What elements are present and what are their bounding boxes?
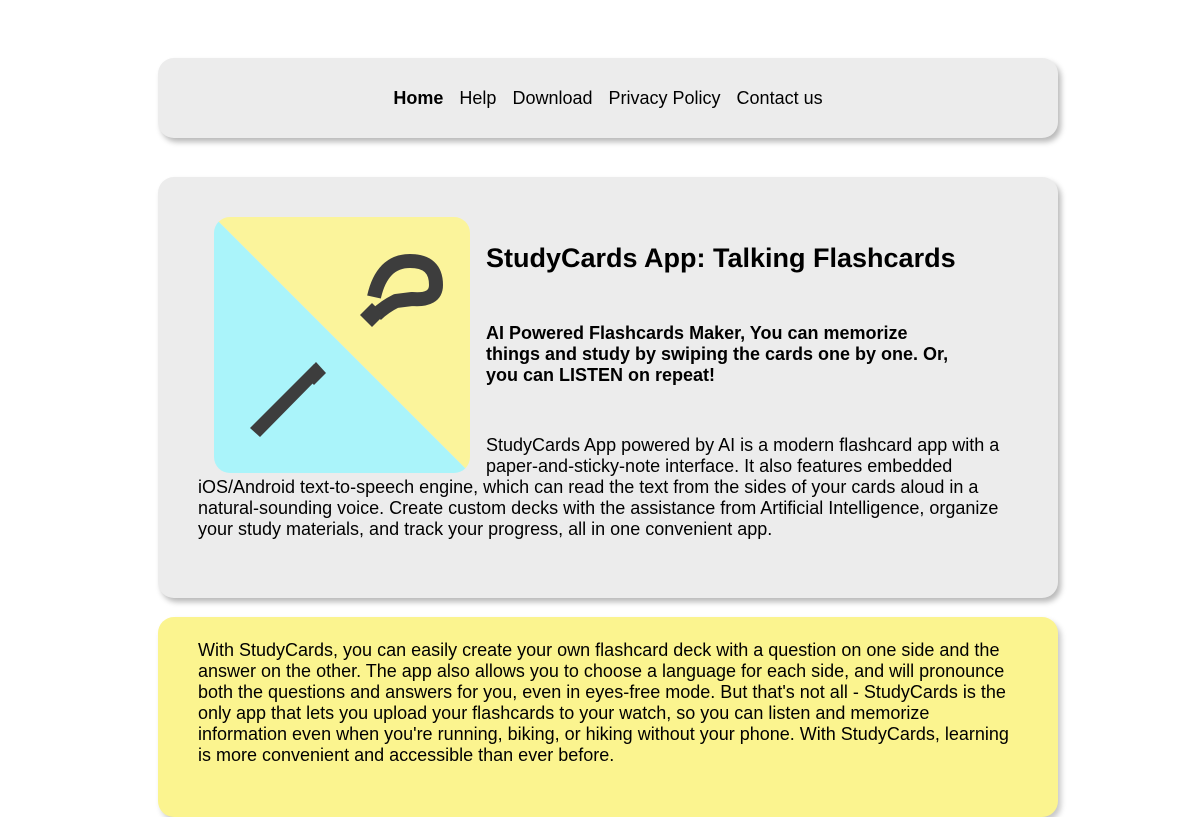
app-logo — [214, 217, 470, 473]
nav-download-link[interactable]: Download — [512, 87, 592, 109]
hero-section: StudyCards App: Talking Flashcards AI Po… — [158, 177, 1058, 598]
nav-home-link[interactable]: Home — [393, 87, 443, 109]
nav-help-link[interactable]: Help — [459, 87, 496, 109]
top-navigation: Home Help Download Privacy Policy Contac… — [158, 58, 1058, 138]
hero-content: StudyCards App: Talking Flashcards AI Po… — [198, 217, 1018, 540]
nav-contact-us-link[interactable]: Contact us — [737, 87, 823, 109]
nav-privacy-policy-link[interactable]: Privacy Policy — [609, 87, 721, 109]
feature-section: With StudyCards, you can easily create y… — [158, 617, 1058, 817]
question-and-exclamation-mark-icon — [214, 217, 470, 473]
feature-text: With StudyCards, you can easily create y… — [198, 640, 1009, 765]
